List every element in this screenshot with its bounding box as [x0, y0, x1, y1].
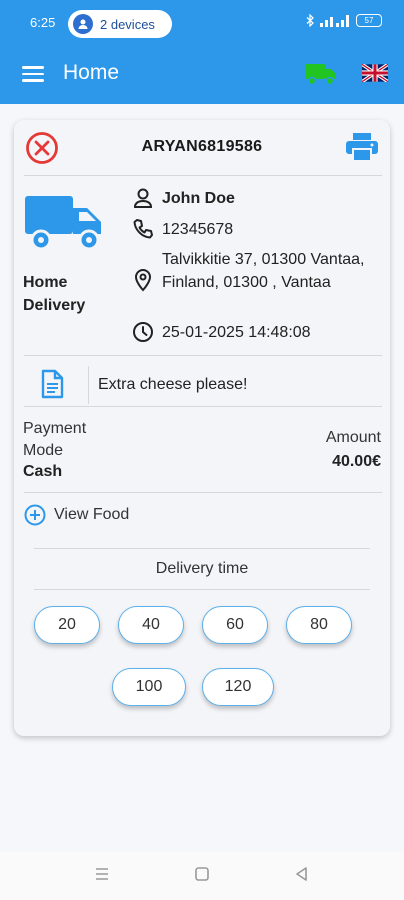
signal-icon — [320, 15, 349, 27]
truck-icon[interactable] — [304, 62, 338, 86]
clock-icon — [133, 322, 153, 342]
person-icon — [73, 14, 93, 34]
divider — [34, 589, 370, 590]
uk-flag-icon[interactable] — [362, 64, 388, 82]
customer-name: John Doe — [162, 190, 235, 207]
divider — [24, 492, 382, 493]
app-bar: Home — [0, 46, 404, 104]
delivery-truck-icon — [25, 196, 101, 251]
battery-icon: 57 — [356, 14, 382, 27]
delivery-time-80[interactable]: 80 — [286, 606, 352, 644]
devices-pill[interactable]: 2 devices — [68, 10, 172, 38]
address: Talvikkitie 37, 01300 Vantaa, Finland, 0… — [162, 251, 365, 291]
delivery-time-20[interactable]: 20 — [34, 606, 100, 644]
payment-mode-value: Cash — [23, 463, 63, 480]
note-text: Extra cheese please! — [98, 376, 248, 393]
order-card: ARYAN6819586 Home Delivery John Doe 1234… — [14, 120, 390, 736]
divider — [24, 355, 382, 356]
person-icon — [133, 188, 153, 208]
delivery-time-100[interactable]: 100 — [112, 668, 186, 706]
view-food-button[interactable]: View Food — [24, 504, 129, 526]
amount-label: Amount — [325, 429, 381, 446]
back-triangle-icon[interactable] — [294, 866, 310, 882]
customer-name-row: John Doe — [132, 187, 235, 210]
menu-icon[interactable] — [22, 66, 44, 82]
delivery-time-60[interactable]: 60 — [202, 606, 268, 644]
phone-row: 12345678 — [132, 218, 233, 241]
order-header: ARYAN6819586 — [14, 120, 390, 176]
recents-menu-icon[interactable] — [94, 866, 110, 882]
bluetooth-icon — [306, 14, 314, 27]
print-icon[interactable] — [345, 132, 379, 162]
delivery-time-label: Delivery time — [155, 560, 249, 577]
datetime-row: 25-01-2025 14:48:08 — [132, 321, 311, 344]
system-nav-bar — [0, 852, 404, 900]
payment-mode-label: Payment Mode — [23, 420, 87, 459]
plus-circle-icon — [24, 504, 46, 526]
status-icons: 57 — [306, 14, 382, 27]
status-bar: 6:25 2 devices 57 — [0, 0, 404, 46]
status-time: 6:25 — [30, 15, 56, 30]
divider — [34, 548, 370, 549]
phone-number[interactable]: 12345678 — [162, 218, 233, 241]
delivery-type: Home Delivery — [23, 274, 86, 314]
delivery-time-40[interactable]: 40 — [118, 606, 184, 644]
divider — [24, 406, 382, 407]
amount-value: 40.00€ — [332, 453, 381, 470]
note-separator — [88, 366, 89, 404]
location-pin-icon — [134, 269, 152, 292]
order-datetime: 25-01-2025 14:48:08 — [162, 324, 311, 341]
phone-icon — [133, 219, 153, 239]
divider — [24, 175, 382, 176]
top-bar: 6:25 2 devices 57 Home — [0, 0, 404, 104]
home-square-icon[interactable] — [194, 866, 210, 882]
devices-label: 2 devices — [100, 16, 155, 32]
view-food-label: View Food — [54, 506, 130, 523]
page-title: Home — [63, 61, 120, 84]
address-row: Talvikkitie 37, 01300 Vantaa, Finland, 0… — [132, 248, 382, 294]
order-note: Extra cheese please! — [14, 366, 390, 406]
delivery-time-120[interactable]: 120 — [202, 668, 274, 706]
note-document-icon — [41, 369, 64, 399]
order-id: ARYAN6819586 — [141, 138, 263, 155]
